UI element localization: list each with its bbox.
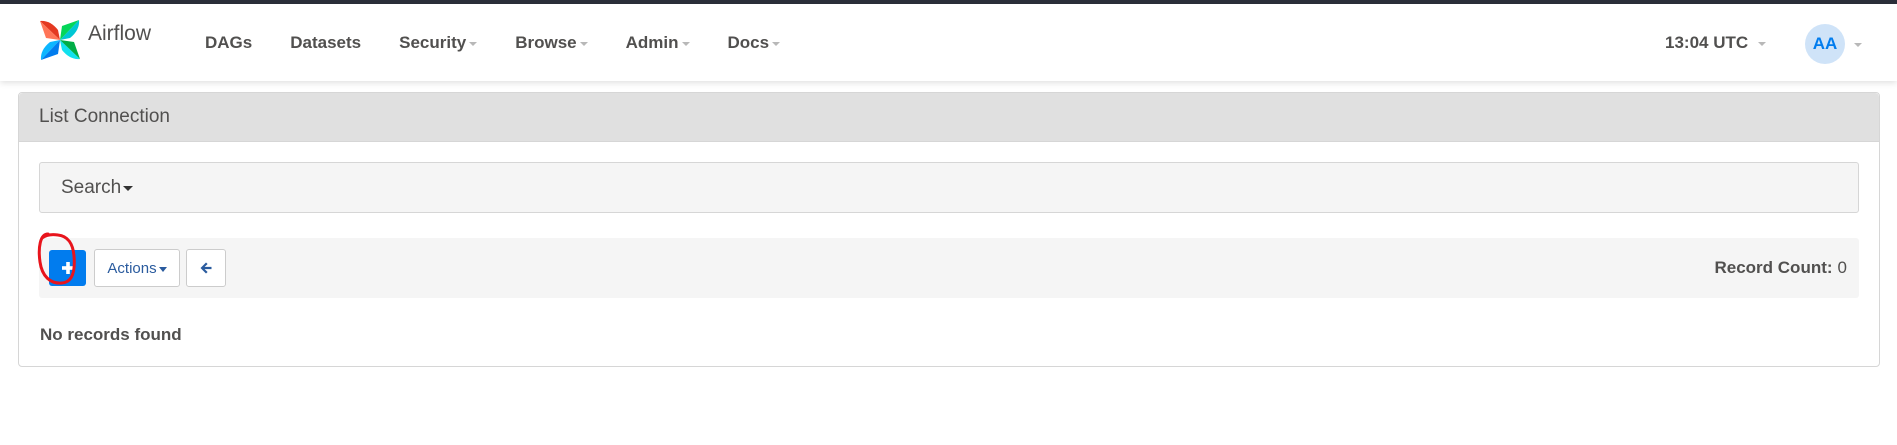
avatar: AA xyxy=(1805,24,1845,64)
nav-item-label: Docs xyxy=(727,32,770,52)
caret-down-icon xyxy=(1854,43,1862,47)
caret-down-icon xyxy=(123,186,134,191)
nav-item-label: DAGs xyxy=(205,32,253,52)
record-count: Record Count: 0 xyxy=(1714,238,1847,298)
list-toolbar: Actions Record Count: 0 xyxy=(39,238,1859,298)
main-nav: DAGs Datasets Security Browse Admin Docs xyxy=(186,4,799,81)
empty-message: No records found xyxy=(40,325,182,344)
nav-item-label: Datasets xyxy=(290,32,362,52)
nav-item-label: Admin xyxy=(625,32,679,52)
record-count-label: Record Count: xyxy=(1714,258,1833,277)
nav-item-security[interactable]: Security xyxy=(380,4,496,81)
back-button[interactable] xyxy=(186,249,226,287)
nav-item-docs[interactable]: Docs xyxy=(709,4,800,81)
top-navbar: Airflow DAGs Datasets Security Browse Ad… xyxy=(0,4,1897,81)
search-dropdown[interactable]: Search xyxy=(39,162,1859,213)
caret-down-icon xyxy=(469,41,478,46)
caret-down-icon xyxy=(158,266,167,272)
nav-item-browse[interactable]: Browse xyxy=(496,4,606,81)
caret-down-icon xyxy=(681,41,690,46)
timezone-dropdown[interactable]: 13:04 UTC xyxy=(1665,4,1767,81)
add-record-button[interactable] xyxy=(49,250,86,286)
arrow-left-icon xyxy=(200,262,212,274)
brand-logo[interactable]: Airflow xyxy=(36,16,151,64)
airflow-pinwheel-icon xyxy=(40,20,80,60)
panel-title: List Connection xyxy=(19,93,1879,142)
user-menu[interactable]: AA xyxy=(1805,24,1862,64)
actions-dropdown-button[interactable]: Actions xyxy=(94,249,180,287)
nav-item-admin[interactable]: Admin xyxy=(607,4,709,81)
plus-icon xyxy=(61,262,74,274)
brand-name: Airflow xyxy=(88,22,152,45)
nav-item-dags[interactable]: DAGs xyxy=(186,4,271,81)
list-panel: List Connection Search Actions Record Co… xyxy=(18,92,1880,367)
actions-label: Actions xyxy=(107,259,157,277)
nav-item-label: Security xyxy=(399,32,467,52)
caret-down-icon xyxy=(1758,41,1767,46)
nav-item-label: Browse xyxy=(515,32,577,52)
current-time: 13:04 UTC xyxy=(1665,32,1749,52)
search-label: Search xyxy=(61,176,122,198)
caret-down-icon xyxy=(772,41,781,46)
caret-down-icon xyxy=(579,41,588,46)
nav-item-datasets[interactable]: Datasets xyxy=(271,4,380,81)
record-count-value: 0 xyxy=(1837,258,1847,277)
